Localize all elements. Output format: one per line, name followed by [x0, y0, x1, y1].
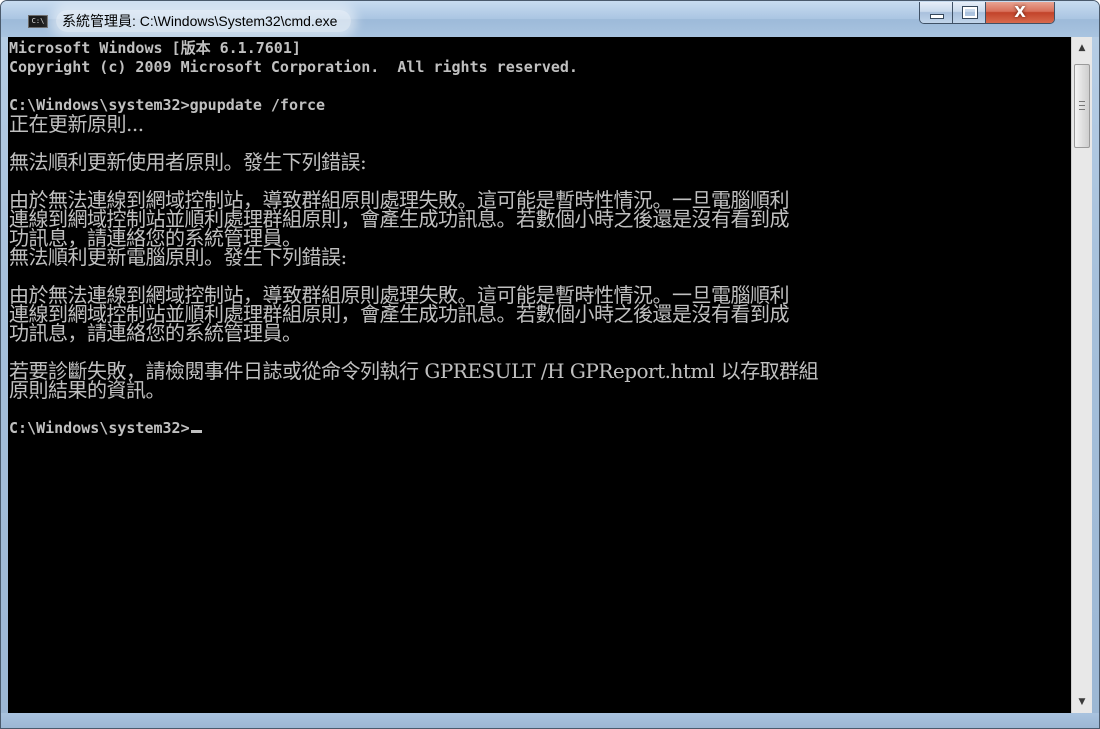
scroll-up-button[interactable]: ▲ [1073, 39, 1091, 57]
console-line-text: 無法順利更新使用者原則。發生下列錯誤: [9, 150, 367, 174]
title-bar[interactable]: C:\ 系統管理員: C:\Windows\System32\cmd.exe X [1, 1, 1099, 37]
arrow-down-icon: ▼ [1078, 697, 1086, 707]
console-line-text: 無法順利更新電腦原則。發生下列錯誤: [9, 245, 347, 269]
caption-buttons: X [919, 2, 1055, 24]
text-cursor [190, 430, 202, 433]
vertical-scrollbar[interactable]: ▲ ▼ [1071, 37, 1092, 713]
console-output[interactable]: Microsoft Windows [版本 6.1.7601] Copyright… [8, 37, 1071, 713]
close-icon: X [1014, 3, 1026, 21]
scroll-down-button[interactable]: ▼ [1073, 693, 1091, 711]
console-lines: Microsoft Windows [版本 6.1.7601] Copyright… [8, 37, 1071, 438]
console-line: 功訊息，請連絡您的系統管理員。 [9, 321, 1071, 345]
cmd-window: C:\ 系統管理員: C:\Windows\System32\cmd.exe X… [0, 0, 1100, 729]
console-line-text: 正在更新原則... [9, 112, 144, 136]
console-line: 無法順利更新電腦原則。發生下列錯誤: [9, 245, 1071, 269]
console-line: 無法順利更新使用者原則。發生下列錯誤: [9, 150, 1071, 174]
console-line-text: Microsoft Windows [版本 6.1.7601] [9, 39, 301, 57]
window-frame-bottom [1, 713, 1099, 728]
console-line: 正在更新原則... [9, 112, 1071, 136]
console-line: 若要診斷失敗，請檢閱事件日誌或從命令列執行 GPRESULT /H GPRepo… [9, 361, 1071, 381]
console-line-text: Copyright (c) 2009 Microsoft Corporation… [9, 58, 578, 76]
console-line-text: 原則結果的資訊。 [9, 378, 166, 402]
maximize-icon [962, 6, 978, 19]
arrow-up-icon: ▲ [1078, 43, 1086, 53]
maximize-button[interactable] [953, 2, 986, 23]
console-line: C:\Windows\system32>gpupdate /force [9, 96, 1071, 115]
minimize-button[interactable] [920, 2, 953, 23]
console-line: Microsoft Windows [版本 6.1.7601] [9, 39, 1071, 58]
console-app-icon[interactable]: C:\ [28, 15, 48, 28]
console-line: 原則結果的資訊。 [9, 378, 1071, 402]
grip-icon [1079, 101, 1085, 110]
close-button[interactable]: X [986, 2, 1054, 23]
scroll-thumb[interactable] [1074, 64, 1090, 148]
minimize-icon [930, 14, 944, 19]
console-line-text: 功訊息，請連絡您的系統管理員。 [9, 321, 302, 345]
console-line: Copyright (c) 2009 Microsoft Corporation… [9, 58, 1071, 77]
window-title: 系統管理員: C:\Windows\System32\cmd.exe [56, 10, 352, 32]
console-line-text: C:\Windows\system32> [9, 419, 190, 437]
console-line: C:\Windows\system32> [9, 419, 1071, 438]
